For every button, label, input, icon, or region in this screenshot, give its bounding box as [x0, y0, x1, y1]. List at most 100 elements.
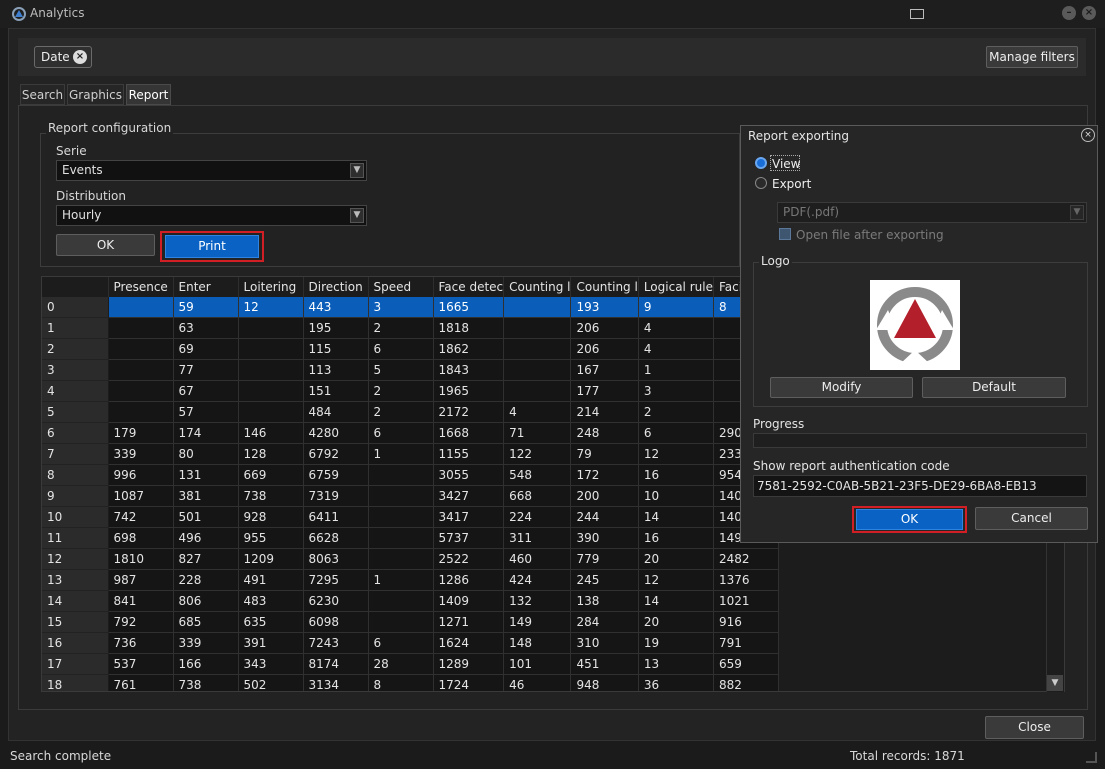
table-cell[interactable]: 4 [503, 401, 572, 423]
table-cell[interactable]: 248 [570, 422, 639, 444]
table-cell[interactable]: 1087 [108, 485, 174, 507]
table-cell[interactable]: 6 [638, 422, 714, 444]
table-cell[interactable]: 6411 [303, 506, 369, 528]
close-icon[interactable]: × [1081, 128, 1095, 142]
row-header-corner[interactable] [42, 277, 109, 297]
table-cell[interactable]: 1271 [433, 611, 505, 633]
column-header[interactable]: Loitering [238, 277, 304, 297]
table-cell[interactable]: 668 [503, 485, 572, 507]
row-header[interactable]: 14 [42, 590, 109, 612]
table-row[interactable]: 12 1810 827 1209 8063 2522 460 779 20 2482 [42, 548, 779, 570]
table-cell[interactable]: 6230 [303, 590, 369, 612]
row-header[interactable]: 10 [42, 506, 109, 528]
table-cell[interactable]: 1 [368, 443, 434, 465]
default-logo-button[interactable]: Default [922, 377, 1066, 398]
table-cell[interactable] [503, 317, 572, 339]
table-row[interactable]: 8 996 131 669 6759 3055 548 172 16 954 [42, 464, 779, 486]
table-cell[interactable]: 443 [303, 297, 369, 318]
table-cell[interactable]: 1286 [433, 569, 505, 591]
row-header[interactable]: 9 [42, 485, 109, 507]
table-cell[interactable]: 5737 [433, 527, 505, 549]
table-cell[interactable]: 193 [570, 297, 639, 318]
column-header[interactable]: Enter [173, 277, 239, 297]
table-cell[interactable]: 6 [368, 632, 434, 654]
dialog-ok-button[interactable]: OK [856, 509, 963, 530]
table-row[interactable]: 2 69 115 6 1862 206 4 [42, 338, 779, 360]
table-cell[interactable]: 3427 [433, 485, 505, 507]
table-cell[interactable]: 3134 [303, 674, 369, 691]
table-cell[interactable]: 179 [108, 422, 174, 444]
table-cell[interactable]: 1724 [433, 674, 505, 691]
table-cell[interactable]: 761 [108, 674, 174, 691]
row-header[interactable]: 7 [42, 443, 109, 465]
close-button[interactable]: Close [985, 716, 1084, 739]
table-cell[interactable]: 1021 [713, 590, 779, 612]
row-header[interactable]: 13 [42, 569, 109, 591]
table-cell[interactable]: 46 [503, 674, 572, 691]
row-header[interactable]: 1 [42, 317, 109, 339]
table-row[interactable]: 7 339 80 128 6792 1 1155 122 79 12 233 [42, 443, 779, 465]
row-header[interactable]: 3 [42, 359, 109, 381]
table-cell[interactable]: 19 [638, 632, 714, 654]
table-cell[interactable]: 1668 [433, 422, 505, 444]
table-cell[interactable] [368, 485, 434, 507]
tab-report[interactable]: Report [126, 84, 171, 105]
table-cell[interactable]: 738 [173, 674, 239, 691]
table-cell[interactable]: 4 [638, 338, 714, 360]
table-cell[interactable]: 339 [108, 443, 174, 465]
table-cell[interactable]: 1965 [433, 380, 505, 402]
table-cell[interactable]: 669 [238, 464, 304, 486]
table-cell[interactable]: 987 [108, 569, 174, 591]
table-cell[interactable]: 101 [503, 653, 572, 675]
table-cell[interactable]: 996 [108, 464, 174, 486]
table-cell[interactable]: 698 [108, 527, 174, 549]
table-row[interactable]: 5 57 484 2 2172 4 214 2 [42, 401, 779, 423]
table-cell[interactable]: 659 [713, 653, 779, 675]
auth-code-field[interactable]: 7581-2592-C0AB-5B21-23F5-DE29-6BA8-EB13 [753, 475, 1087, 497]
row-header[interactable]: 8 [42, 464, 109, 486]
table-cell[interactable]: 1665 [433, 297, 505, 318]
table-cell[interactable]: 1409 [433, 590, 505, 612]
table-cell[interactable]: 206 [570, 317, 639, 339]
table-cell[interactable]: 20 [638, 548, 714, 570]
row-header[interactable]: 6 [42, 422, 109, 444]
table-cell[interactable]: 841 [108, 590, 174, 612]
chevron-down-icon[interactable]: ▼ [350, 208, 364, 223]
table-row[interactable]: 13 987 228 491 7295 1 1286 424 245 12 1376 [42, 569, 779, 591]
manage-filters-button[interactable]: Manage filters [986, 46, 1078, 68]
table-cell[interactable]: 128 [238, 443, 304, 465]
column-header[interactable]: Speed [368, 277, 434, 297]
print-button[interactable]: Print [165, 235, 259, 258]
table-cell[interactable]: 7319 [303, 485, 369, 507]
table-cell[interactable]: 916 [713, 611, 779, 633]
table-cell[interactable]: 451 [570, 653, 639, 675]
table-cell[interactable] [108, 317, 174, 339]
table-cell[interactable]: 6759 [303, 464, 369, 486]
table-cell[interactable]: 3 [368, 297, 434, 318]
tab-search[interactable]: Search [20, 84, 65, 105]
export-radio[interactable] [755, 177, 767, 189]
table-cell[interactable] [108, 380, 174, 402]
table-cell[interactable]: 4280 [303, 422, 369, 444]
table-cell[interactable]: 166 [173, 653, 239, 675]
table-cell[interactable]: 501 [173, 506, 239, 528]
table-cell[interactable]: 496 [173, 527, 239, 549]
table-cell[interactable]: 71 [503, 422, 572, 444]
close-icon[interactable]: × [1082, 6, 1096, 20]
column-header[interactable]: Presence [108, 277, 174, 297]
table-cell[interactable]: 2 [638, 401, 714, 423]
modify-logo-button[interactable]: Modify [770, 377, 913, 398]
table-cell[interactable]: 115 [303, 338, 369, 360]
table-row[interactable]: 9 1087 381 738 7319 3427 668 200 10 1401 [42, 485, 779, 507]
table-cell[interactable]: 244 [570, 506, 639, 528]
table-cell[interactable]: 9 [638, 297, 714, 318]
data-grid[interactable]: Presence Enter Loitering Direction Speed Face… [42, 277, 779, 691]
open-after-export-checkbox[interactable] [779, 228, 791, 240]
table-cell[interactable]: 122 [503, 443, 572, 465]
table-cell[interactable]: 779 [570, 548, 639, 570]
table-cell[interactable]: 792 [108, 611, 174, 633]
row-header[interactable]: 0 [42, 297, 109, 318]
table-cell[interactable]: 200 [570, 485, 639, 507]
column-header[interactable]: Logical rule [638, 277, 714, 297]
tab-graphics[interactable]: Graphics [67, 84, 124, 105]
